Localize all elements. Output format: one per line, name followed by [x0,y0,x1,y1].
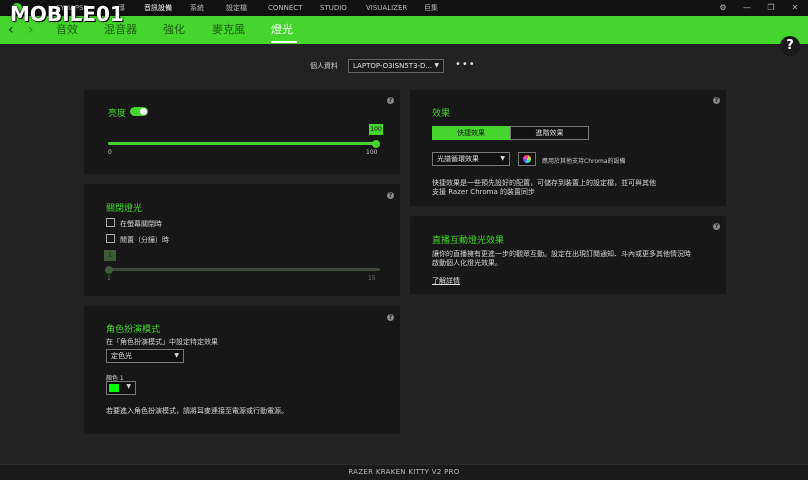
lights-off-title: 關閉燈光 [106,204,143,214]
close-icon[interactable]: ✕ [790,3,800,13]
top-nav-macros[interactable]: 巨集 [424,0,438,16]
brightness-max-label: 100 [366,149,378,156]
chevron-down-icon: ▼ [434,62,439,69]
stream-title: 直播互動燈光效果 [432,236,505,246]
lights-off-card: ? 關閉燈光 在螢幕關閉時 閒置（分鐘）時 1 1 15 [84,184,400,296]
screen-off-label: 在螢幕關閉時 [120,220,162,228]
brightness-slider-handle[interactable] [372,140,380,148]
more-options-icon[interactable]: ••• [455,59,476,70]
help-icon[interactable]: ? [387,192,394,199]
brightness-card: ? 亮度 100 0 100 [84,90,400,174]
brightness-min-label: 0 [108,149,112,156]
active-tab-indicator [271,41,297,43]
roleplay-title: 角色扮演模式 [106,325,161,335]
profile-select-value: LAPTOP-O3ISN5T3-D... [353,62,433,70]
stream-lighting-card: ? 直播互動燈光效果 讓你的直播擁有更進一步的觀眾互動。設定在出現訂閱通知、斗內… [410,216,726,294]
help-icon[interactable]: ? [387,314,394,321]
top-nav-connect[interactable]: CONNECT [268,0,302,16]
device-name: RAZER KRAKEN KITTY V2 PRO [348,468,460,476]
chevron-down-icon: ▼ [126,383,131,390]
effects-card: ? 效果 快捷效果 進階效果 光譜循環效果 ▼ 應用於其他支持Chroma的設備… [410,90,726,206]
tab-advanced-effects[interactable]: 進階效果 [510,126,589,140]
idle-checkbox[interactable] [106,234,115,243]
brightness-toggle[interactable] [130,107,148,116]
chroma-apply-label: 應用於其他支持Chroma的設備 [542,158,626,165]
color-swatch [109,384,119,392]
idle-min-label: 1 [107,275,111,282]
chroma-apply-icon[interactable] [518,152,536,166]
quick-effect-value: 光譜循環效果 [437,155,479,163]
idle-slider-track [108,268,380,271]
roleplay-subtitle: 在「角色扮演模式」中設定特定效果 [106,338,218,346]
minimize-icon[interactable]: — [742,3,752,13]
brightness-slider-track[interactable] [108,142,376,145]
effects-title: 效果 [432,109,451,119]
chevron-down-icon: ▼ [174,352,179,359]
help-icon[interactable]: ? [780,36,800,56]
brightness-value-bubble: 100 [369,124,383,135]
quick-effect-dropdown[interactable]: 光譜循環效果 ▼ [432,152,510,166]
profile-label: 個人資料 [310,62,338,70]
help-icon[interactable]: ? [387,97,394,104]
tab-lighting[interactable]: 燈光 [271,22,293,38]
tab-microphone[interactable]: 麥克風 [212,22,245,38]
device-footer: RAZER KRAKEN KITTY V2 PRO [0,464,808,480]
color-1-picker[interactable]: ▼ [106,381,136,395]
idle-label: 閒置（分鐘）時 [120,236,169,244]
idle-value-bubble: 1 [104,250,116,261]
idle-max-label: 15 [368,275,376,282]
roleplay-card: ? 角色扮演模式 在「角色扮演模式」中設定特定效果 定色光 ▼ 顏色 1 ▼ 若… [84,306,400,434]
top-nav-system[interactable]: 系統 [190,0,204,16]
roleplay-effect-value: 定色光 [111,352,132,360]
tab-enhancement[interactable]: 強化 [163,22,185,38]
watermark-logo: MOBILE01 [10,2,124,26]
profile-select[interactable]: LAPTOP-O3ISN5T3-D... ▼ [348,59,444,73]
help-icon[interactable]: ? [713,97,720,104]
window-controls: ⚙ — ❐ ✕ [704,3,800,13]
stream-description-line2: 啟動個人化燈光效果。 [432,259,502,267]
chevron-down-icon: ▼ [500,155,505,162]
restore-icon[interactable]: ❐ [766,3,776,13]
screen-off-checkbox[interactable] [106,218,115,227]
help-icon[interactable]: ? [713,223,720,230]
learn-more-link[interactable]: 了解詳情 [432,276,460,286]
brightness-title: 亮度 [108,109,127,119]
top-nav-profiles[interactable]: 設定檔 [226,0,247,16]
idle-slider-handle [105,266,113,274]
settings-gear-icon[interactable]: ⚙ [718,3,728,13]
top-nav-studio[interactable]: STUDIO [320,0,347,16]
roleplay-effect-dropdown[interactable]: 定色光 ▼ [106,349,184,363]
roleplay-note: 若要進入角色扮演模式，請將耳麥連接至電源或行動電源。 [106,407,288,415]
top-nav-visualizer[interactable]: VISUALIZER [366,0,407,16]
tab-quick-effects[interactable]: 快捷效果 [432,126,510,140]
effects-description-line2: 支援 Razer Chroma 的裝置同步 [432,188,535,196]
top-nav-audio-device[interactable]: 音訊設備 [144,0,172,16]
